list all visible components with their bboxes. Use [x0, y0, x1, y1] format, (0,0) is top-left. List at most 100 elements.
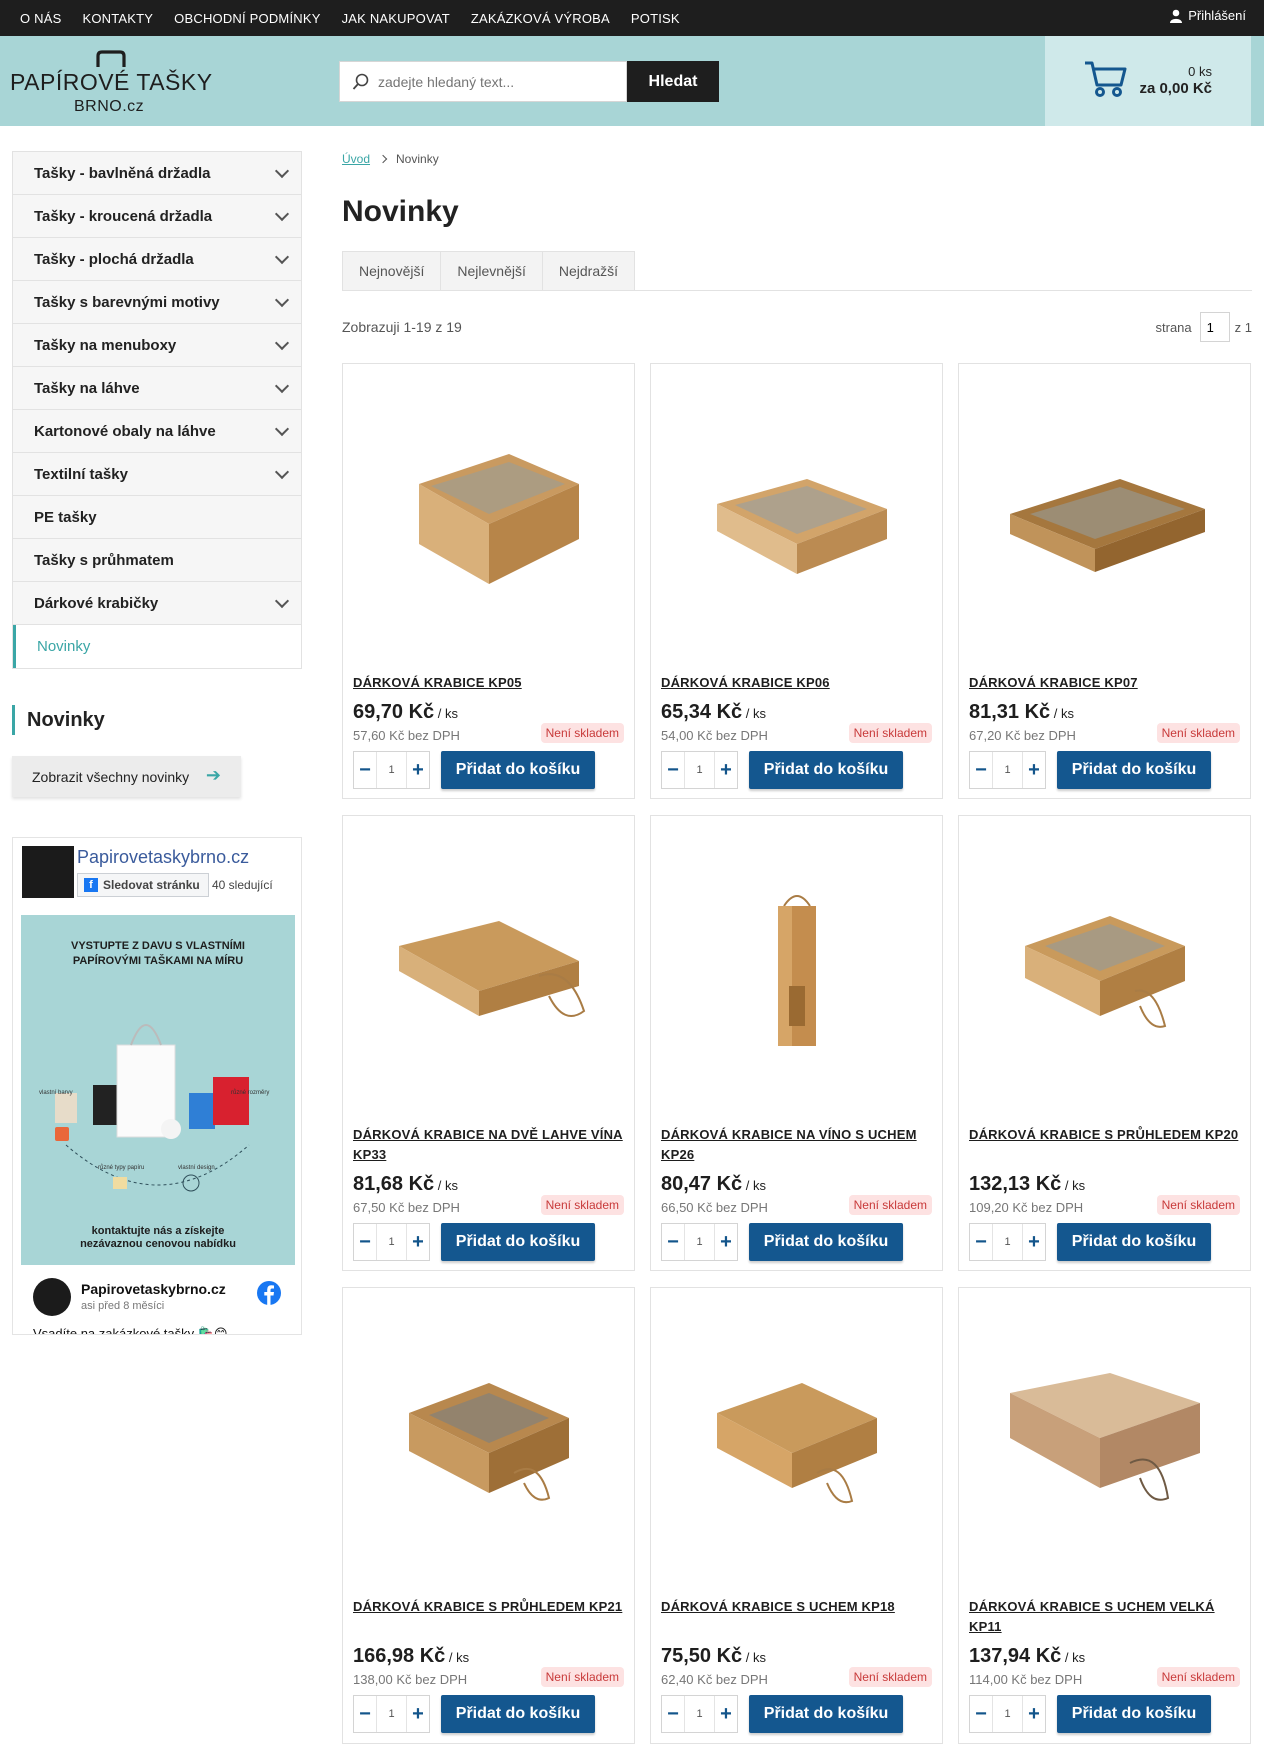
category-bavlnena-drzadla[interactable]: Tašky - bavlněná držadla [13, 152, 301, 195]
sort-newest[interactable]: Nejnovější [342, 251, 441, 291]
product-image[interactable] [959, 364, 1250, 674]
quantity-input[interactable]: 1 [684, 1696, 715, 1732]
minus-icon[interactable]: − [354, 1224, 376, 1260]
quantity-input[interactable]: 1 [992, 1224, 1023, 1260]
add-to-cart-button[interactable]: Přidat do košíku [749, 1695, 903, 1733]
page-number-input[interactable] [1199, 312, 1230, 342]
chevron-down-icon[interactable] [274, 163, 290, 178]
minus-icon[interactable]: − [970, 1696, 992, 1732]
quantity-input[interactable]: 1 [376, 1696, 407, 1732]
quantity-input[interactable]: 1 [376, 752, 407, 788]
category-darkove-krabicky[interactable]: Dárkové krabičky [13, 582, 301, 625]
quantity-input[interactable]: 1 [992, 1696, 1023, 1732]
search-input[interactable] [378, 73, 608, 90]
login-link[interactable]: Přihlášení [1170, 8, 1246, 23]
quantity-input[interactable]: 1 [684, 1224, 715, 1260]
facebook-page-name[interactable]: Papirovetaskybrno.cz [77, 847, 249, 868]
chevron-down-icon[interactable] [274, 421, 290, 436]
nav-o-nas[interactable]: O NÁS [20, 11, 61, 26]
minus-icon[interactable]: − [662, 1224, 684, 1260]
chevron-down-icon[interactable] [274, 292, 290, 307]
product-name[interactable]: DÁRKOVÁ KRABICE NA VÍNO S UCHEM KP26 [661, 1125, 933, 1165]
post-time[interactable]: asi před 8 měsíci [81, 1300, 164, 1312]
minus-icon[interactable]: − [354, 752, 376, 788]
category-pruhmat[interactable]: Tašky s průhmatem [13, 539, 301, 582]
category-lahve[interactable]: Tašky na láhve [13, 367, 301, 410]
category-novinky[interactable]: Novinky [13, 625, 301, 668]
product-name[interactable]: DÁRKOVÁ KRABICE S UCHEM VELKÁ KP11 [969, 1597, 1241, 1637]
site-logo[interactable]: PAPÍROVÉ TAŠKY BRNO.cz [10, 48, 212, 118]
quantity-input[interactable]: 1 [684, 752, 715, 788]
product-name[interactable]: DÁRKOVÁ KRABICE KP05 [353, 673, 625, 693]
chevron-down-icon[interactable] [274, 464, 290, 479]
minus-icon[interactable]: − [970, 1224, 992, 1260]
product-image[interactable] [651, 816, 942, 1126]
nav-zakazkova-vyroba[interactable]: ZAKÁZKOVÁ VÝROBA [471, 11, 610, 26]
category-barevne-motivy[interactable]: Tašky s barevnými motivy [13, 281, 301, 324]
minus-icon[interactable]: − [662, 1696, 684, 1732]
quantity-input[interactable]: 1 [376, 1224, 407, 1260]
plus-icon[interactable]: + [715, 752, 737, 788]
plus-icon[interactable]: + [715, 1696, 737, 1732]
add-to-cart-button[interactable]: Přidat do košíku [441, 1223, 595, 1261]
plus-icon[interactable]: + [407, 1696, 429, 1732]
plus-icon[interactable]: + [1023, 1696, 1045, 1732]
plus-icon[interactable]: + [1023, 1224, 1045, 1260]
chevron-down-icon[interactable] [274, 335, 290, 350]
nav-kontakty[interactable]: KONTAKTY [82, 11, 153, 26]
category-textilni-tasky[interactable]: Textilní tašky [13, 453, 301, 496]
product-image[interactable] [651, 1288, 942, 1598]
category-kartonove-obaly[interactable]: Kartonové obaly na láhve [13, 410, 301, 453]
nav-potisk[interactable]: POTISK [631, 11, 680, 26]
nav-obchodni-podminky[interactable]: OBCHODNÍ PODMÍNKY [174, 11, 320, 26]
product-name[interactable]: DÁRKOVÁ KRABICE S UCHEM KP18 [661, 1597, 933, 1617]
follow-page-button[interactable]: f Sledovat stránku [77, 873, 209, 897]
product-name[interactable]: DÁRKOVÁ KRABICE NA DVĚ LAHVE VÍNA KP33 [353, 1125, 625, 1165]
product-image[interactable] [343, 816, 634, 1126]
category-kroucena-drzadla[interactable]: Tašky - kroucená držadla [13, 195, 301, 238]
search-button[interactable]: Hledat [627, 61, 719, 102]
category-pe-tasky[interactable]: PE tašky [13, 496, 301, 539]
plus-icon[interactable]: + [715, 1224, 737, 1260]
chevron-down-icon[interactable] [274, 378, 290, 393]
plus-icon[interactable]: + [407, 752, 429, 788]
nav-jak-nakupovat[interactable]: JAK NAKUPOVAT [342, 11, 450, 26]
show-all-news-button[interactable]: Zobrazit všechny novinky ➔ [12, 756, 241, 797]
product-name[interactable]: DÁRKOVÁ KRABICE KP07 [969, 673, 1241, 693]
product-name[interactable]: DÁRKOVÁ KRABICE KP06 [661, 673, 933, 693]
product-image[interactable] [959, 1288, 1250, 1598]
add-to-cart-button[interactable]: Přidat do košíku [441, 1695, 595, 1733]
product-name[interactable]: DÁRKOVÁ KRABICE S PRŮHLEDEM KP20 [969, 1125, 1241, 1145]
add-to-cart-button[interactable]: Přidat do košíku [1057, 1223, 1211, 1261]
minus-icon[interactable]: − [970, 752, 992, 788]
quantity-input[interactable]: 1 [992, 752, 1023, 788]
product-image[interactable] [343, 1288, 634, 1598]
product-image[interactable] [343, 364, 634, 674]
page-avatar[interactable] [22, 846, 74, 898]
facebook-logo-icon[interactable] [257, 1281, 281, 1305]
add-to-cart-button[interactable]: Přidat do košíku [1057, 1695, 1211, 1733]
chevron-down-icon[interactable] [274, 206, 290, 221]
sort-most-expensive[interactable]: Nejdražší [541, 251, 635, 291]
cart-widget[interactable]: 0 ks za 0,00 Kč [1045, 36, 1251, 126]
sort-cheapest[interactable]: Nejlevnější [440, 251, 542, 291]
chevron-down-icon[interactable] [274, 249, 290, 264]
promo-poster[interactable]: VYSTUPTE Z DAVU S VLASTNÍMI PAPÍROVÝMI T… [21, 915, 295, 1265]
add-to-cart-button[interactable]: Přidat do košíku [749, 751, 903, 789]
product-image[interactable] [959, 816, 1250, 1126]
post-avatar[interactable] [33, 1278, 71, 1316]
chevron-down-icon[interactable] [274, 593, 290, 608]
add-to-cart-button[interactable]: Přidat do košíku [1057, 751, 1211, 789]
minus-icon[interactable]: − [354, 1696, 376, 1732]
product-name[interactable]: DÁRKOVÁ KRABICE S PRŮHLEDEM KP21 [353, 1597, 625, 1617]
post-author[interactable]: Papirovetaskybrno.cz [81, 1281, 226, 1297]
product-image[interactable] [651, 364, 942, 674]
minus-icon[interactable]: − [662, 752, 684, 788]
category-placha-drzadla[interactable]: Tašky - plochá držadla [13, 238, 301, 281]
plus-icon[interactable]: + [1023, 752, 1045, 788]
breadcrumb-home[interactable]: Úvod [342, 152, 370, 166]
add-to-cart-button[interactable]: Přidat do košíku [441, 751, 595, 789]
category-menuboxy[interactable]: Tašky na menuboxy [13, 324, 301, 367]
add-to-cart-button[interactable]: Přidat do košíku [749, 1223, 903, 1261]
plus-icon[interactable]: + [407, 1224, 429, 1260]
